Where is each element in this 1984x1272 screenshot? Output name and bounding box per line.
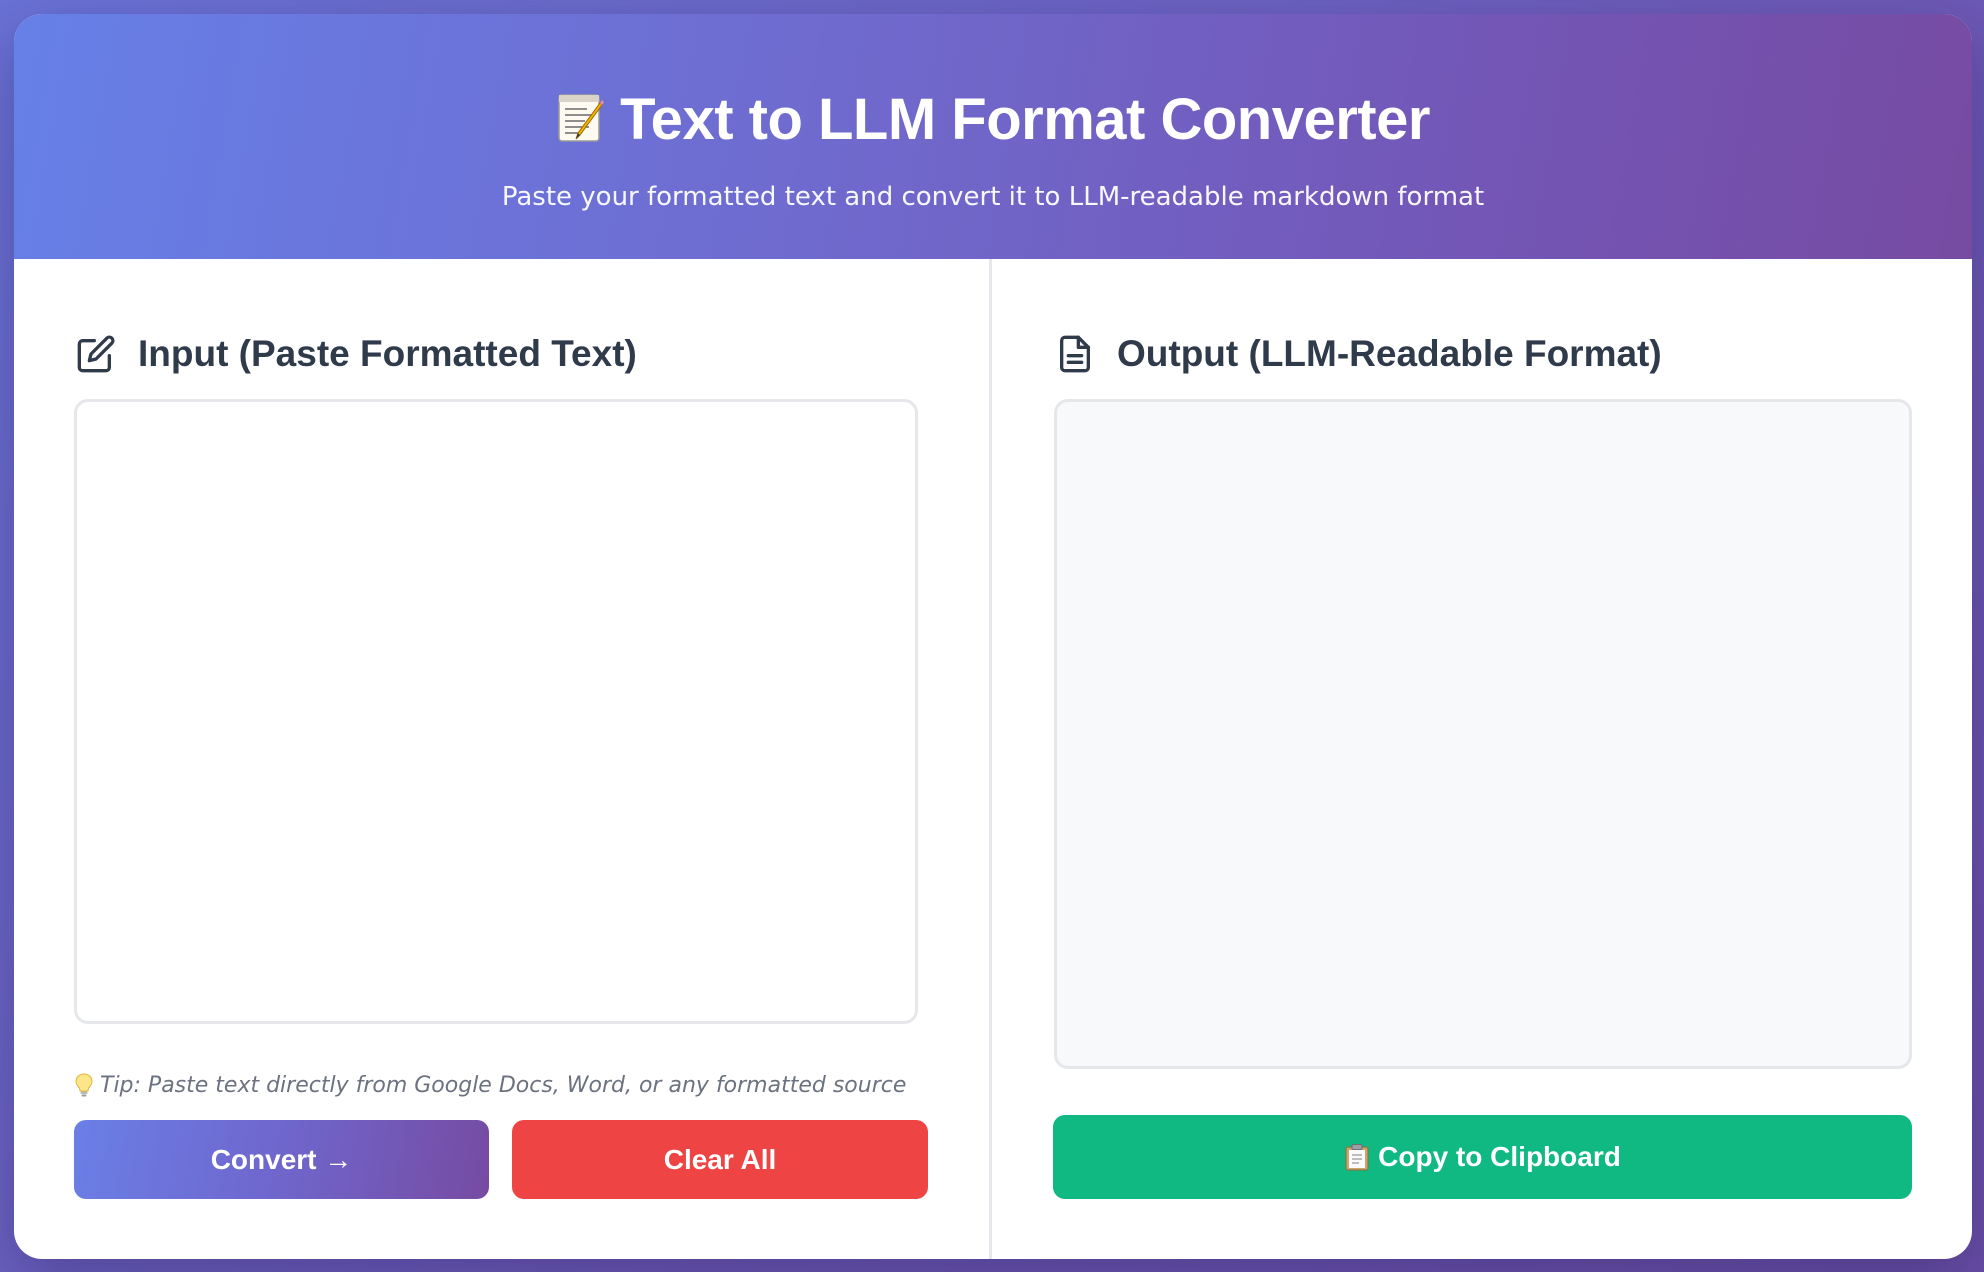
convert-button-label: Convert → bbox=[210, 1143, 353, 1175]
input-heading: Input (Paste Formatted Text) bbox=[74, 326, 637, 382]
copy-button-label: Copy to Clipboard bbox=[1378, 1141, 1621, 1172]
output-heading-text: Output (LLM-Readable Format) bbox=[1117, 333, 1662, 374]
convert-button[interactable]: Convert → bbox=[74, 1120, 489, 1199]
app-header: Text to LLM Format Converter Paste your … bbox=[14, 14, 1972, 259]
converter-card: Text to LLM Format Converter Paste your … bbox=[14, 14, 1972, 1259]
document-icon bbox=[1053, 332, 1097, 376]
output-textarea[interactable] bbox=[1054, 399, 1912, 1069]
edit-icon bbox=[74, 332, 118, 376]
input-textarea[interactable] bbox=[74, 399, 918, 1024]
tip: Tip: Paste text directly from Google Doc… bbox=[74, 1068, 934, 1102]
clipboard-icon bbox=[1344, 1143, 1370, 1171]
copy-to-clipboard-button[interactable]: Copy to Clipboard bbox=[1053, 1115, 1912, 1199]
tip-text: Tip: Paste text directly from Google Doc… bbox=[100, 1072, 907, 1098]
title-text: Text to LLM Format Converter bbox=[620, 87, 1430, 152]
memo-emoji-icon bbox=[558, 94, 605, 142]
page-title: Text to LLM Format Converter bbox=[14, 80, 1972, 160]
output-heading: Output (LLM-Readable Format) bbox=[1053, 326, 1662, 382]
page-subtitle: Paste your formatted text and convert it… bbox=[501, 182, 1485, 212]
panel-divider bbox=[989, 259, 992, 1259]
input-heading-text: Input (Paste Formatted Text) bbox=[138, 333, 637, 374]
clear-all-button-label: Clear All bbox=[663, 1143, 777, 1175]
clear-all-button[interactable]: Clear All bbox=[512, 1120, 928, 1199]
lightbulb-icon bbox=[74, 1072, 94, 1098]
